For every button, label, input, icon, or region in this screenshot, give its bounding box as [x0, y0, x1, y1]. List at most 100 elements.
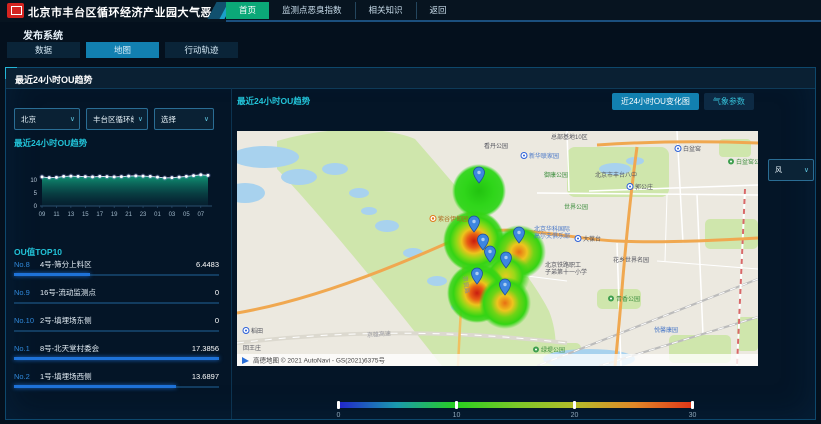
legend-tick-20	[573, 401, 576, 409]
rank-number: No.9	[14, 288, 40, 297]
rank-number: No.10	[14, 316, 40, 325]
rank-site-name: 1号-填埋场西侧	[40, 371, 92, 382]
svg-text:10: 10	[30, 178, 37, 184]
svg-text:15: 15	[82, 212, 89, 218]
ou-color-scale	[337, 402, 694, 408]
svg-text:子弟第十一小学: 子弟第十一小学	[545, 268, 587, 276]
svg-text:17: 17	[96, 212, 103, 218]
svg-text:郭公庄: 郭公庄	[635, 183, 653, 191]
rank-bar-fill	[14, 385, 176, 388]
filter-select-value-0: 北京	[15, 114, 66, 125]
svg-text:白盆窑: 白盆窑	[683, 145, 701, 153]
rank-site-name: 4号-筛分上料区	[40, 259, 92, 270]
rank-bar-track	[14, 302, 219, 304]
chevron-down-icon: ∨	[66, 115, 79, 123]
rank-bar-track	[14, 330, 219, 332]
publish-tab-0[interactable]: 数据	[7, 42, 80, 58]
publish-tab-2[interactable]: 行动轨迹	[165, 42, 238, 58]
rank-bar-track	[14, 274, 219, 276]
ranking-row-line: No.18号-北天堂村委会17.3856	[14, 343, 219, 354]
publish-tab-1[interactable]: 地图	[86, 42, 159, 58]
map-button-0[interactable]: 近24小时OU变化图	[612, 93, 699, 110]
legend-tick-30	[691, 401, 694, 409]
ranking-row-4: No.21号-填埋场西侧 13.6897	[14, 371, 219, 399]
rank-value: 17.3856	[192, 344, 219, 353]
filter-select-2[interactable]: 选择∨	[154, 108, 214, 130]
ranking-row-line: No.916号-流动监测点 0	[14, 287, 219, 298]
rank-site-name: 8号-北天堂村委会	[40, 343, 99, 354]
filter-select-0[interactable]: 北京∨	[14, 108, 80, 130]
svg-text:07: 07	[197, 212, 204, 218]
rank-value: 13.6897	[192, 372, 219, 381]
ranking-row-3: No.18号-北天堂村委会17.3856	[14, 343, 219, 371]
ou-top-title: OU值TOP10	[14, 246, 62, 258]
chevron-down-icon: ∨	[200, 115, 213, 123]
ou-trend-chart: 0510091113151719212301030507	[12, 148, 222, 230]
nav-item-1[interactable]: 监测点恶臭指数	[269, 2, 355, 19]
map-side-select[interactable]: 风 ∨	[768, 159, 814, 181]
svg-text:青香公园: 青香公园	[616, 295, 640, 303]
chevron-down-icon: ∨	[134, 115, 147, 123]
svg-text:23: 23	[140, 212, 147, 218]
svg-text:御康公园: 御康公园	[544, 171, 568, 179]
svg-text:北京市丰台八中: 北京市丰台八中	[595, 171, 637, 179]
svg-text:世界公园: 世界公园	[564, 203, 588, 211]
svg-text:05: 05	[183, 212, 190, 218]
app-logo-icon	[7, 3, 24, 18]
svg-text:白盆窑公园: 白盆窑公园	[736, 158, 758, 166]
svg-text:09: 09	[39, 212, 46, 218]
chevron-down-icon: ∨	[800, 166, 813, 174]
rank-value: 0	[215, 288, 219, 297]
svg-text:0: 0	[34, 204, 38, 210]
map-canvas[interactable]: 看丹公园总部基地10区新华联家园御康公园北京市丰台八中世界公园紫谷伊甸园北京华科…	[237, 131, 758, 366]
legend-tick-10	[455, 401, 458, 409]
filter-select-1[interactable]: 丰台区循环经济产∨	[86, 108, 148, 130]
filter-select-value-1: 丰台区循环经济产	[87, 114, 134, 125]
nav-underline	[226, 20, 821, 22]
svg-text:花乡世界名园: 花乡世界名园	[613, 256, 649, 264]
filter-selects: 北京∨丰台区循环经济产∨选择∨	[14, 108, 214, 130]
svg-text:21: 21	[125, 212, 132, 218]
top-nav: 首页监测点恶臭指数相关知识返回	[226, 2, 460, 19]
svg-text:总部基地10区: 总部基地10区	[551, 133, 588, 141]
rank-site-name: 2号-填埋场东侧	[40, 315, 92, 326]
nav-item-0[interactable]: 首页	[226, 2, 269, 19]
rank-bar-fill	[14, 357, 219, 360]
rank-value: 6.4483	[196, 260, 219, 269]
rank-bar-fill	[14, 273, 90, 276]
rank-value: 0	[215, 316, 219, 325]
nav-item-2[interactable]: 相关知识	[355, 2, 416, 19]
ranking-row-line: No.84号-筛分上料区6.4483	[14, 259, 219, 270]
ranking-row-line: No.21号-填埋场西侧 13.6897	[14, 371, 219, 382]
svg-text:悦馨康园: 悦馨康园	[654, 326, 678, 334]
svg-text:北京铁路职工: 北京铁路职工	[545, 261, 581, 269]
svg-text:03: 03	[169, 212, 176, 218]
nav-item-3[interactable]: 返回	[416, 2, 460, 19]
ou-ranking-list: No.84号-筛分上料区6.4483No.916号-流动监测点0No.102号-…	[14, 259, 219, 399]
ranking-row-line: No.102号-填埋场东侧 0	[14, 315, 219, 326]
rank-bar-track	[14, 386, 219, 388]
map-section-title: 最近24小时OU趋势	[237, 95, 310, 107]
publish-tabs: 数据地图行动轨迹	[7, 42, 238, 58]
svg-text:高德地图 © 2021 AutoNavi - GS(2021: 高德地图 © 2021 AutoNavi - GS(2021)6375号	[253, 356, 385, 365]
main-panel: 最近24小时OU趋势 北京∨丰台区循环经济产∨选择∨ 最近24小时OU趋势 05…	[5, 67, 816, 420]
svg-text:高尔夫俱乐部: 高尔夫俱乐部	[534, 232, 570, 240]
svg-text:01: 01	[154, 212, 161, 218]
rank-site-name: 16号-流动监测点	[40, 287, 96, 298]
rank-number: No.2	[14, 372, 40, 381]
top-bar: 北京市丰台区循环经济产业园大气恶臭状况实时 首页监测点恶臭指数相关知识返回	[0, 0, 821, 22]
svg-text:回王庄: 回王庄	[243, 344, 261, 352]
panel-title: 最近24小时OU趋势	[15, 73, 93, 86]
publish-system-label: 发布系统	[23, 27, 63, 42]
svg-text:看丹公园: 看丹公园	[484, 142, 508, 150]
map-button-1[interactable]: 气象参数	[704, 93, 754, 110]
svg-text:新华联家园: 新华联家园	[529, 152, 559, 160]
svg-text:13: 13	[68, 212, 75, 218]
legend-tick-label-20: 20	[565, 412, 585, 419]
map-side-select-value: 风	[769, 165, 800, 175]
svg-text:绿堤公园: 绿堤公园	[541, 346, 565, 354]
svg-text:11: 11	[53, 212, 60, 218]
legend-tick-label-30: 30	[683, 412, 703, 419]
panel-header: 最近24小时OU趋势	[6, 68, 815, 89]
svg-text:19: 19	[111, 212, 118, 218]
